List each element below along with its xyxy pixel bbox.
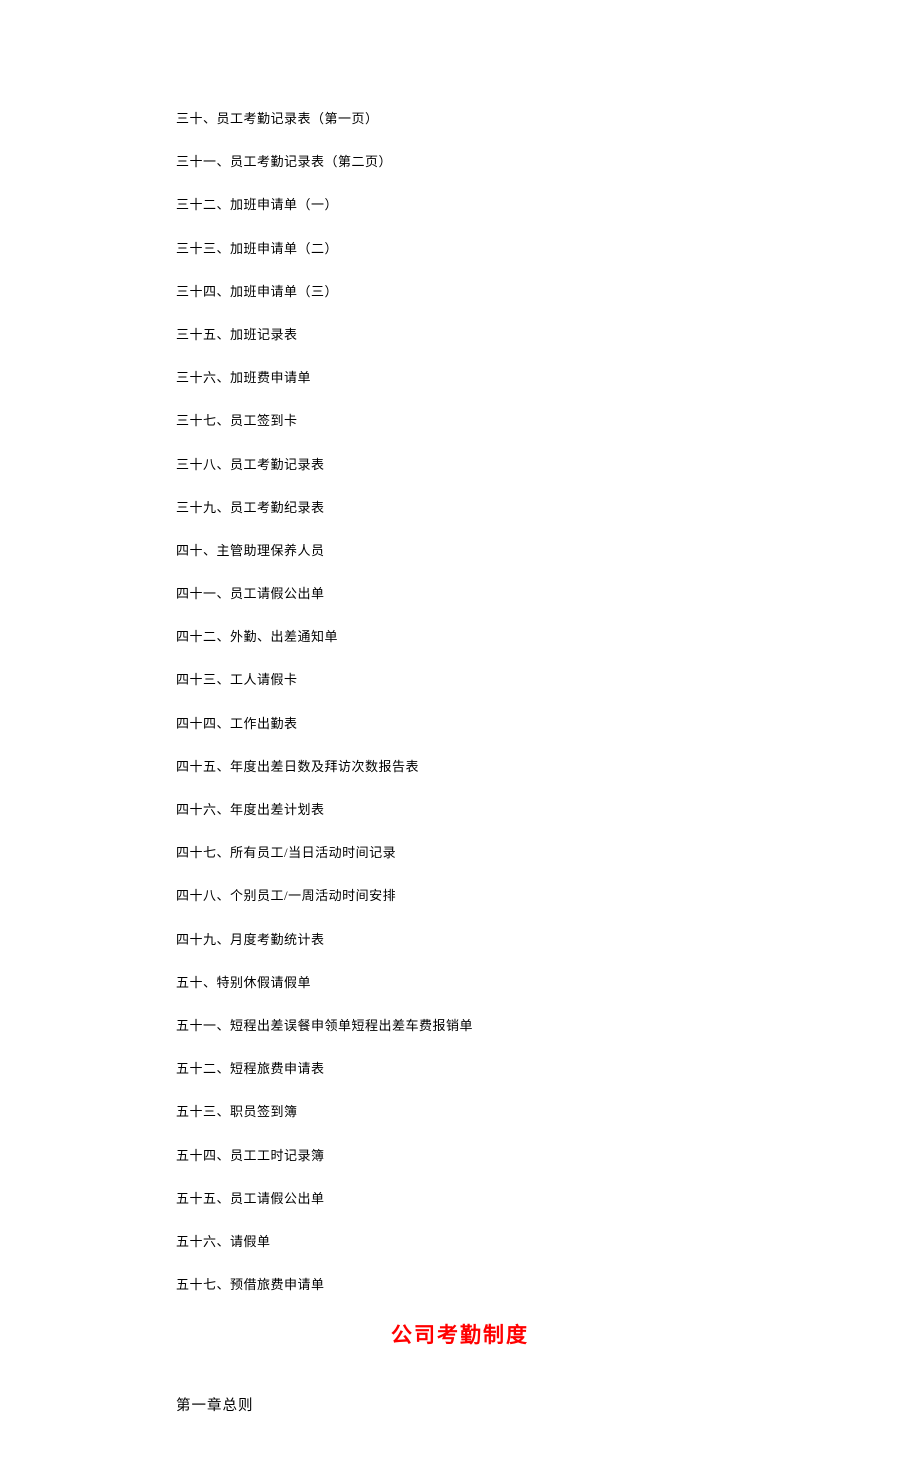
toc-item: 三十七、员工签到卡 <box>176 412 744 430</box>
toc-item: 四十五、年度出差日数及拜访次数报告表 <box>176 758 744 776</box>
toc-item: 四十二、外勤、出差通知单 <box>176 628 744 646</box>
toc-item: 四十、主管助理保养人员 <box>176 542 744 560</box>
toc-item: 四十一、员工请假公出单 <box>176 585 744 603</box>
toc-item: 三十四、加班申请单（三） <box>176 283 744 301</box>
toc-item: 三十八、员工考勤记录表 <box>176 456 744 474</box>
toc-item: 三十二、加班申请单（一） <box>176 196 744 214</box>
toc-item: 三十一、员工考勤记录表（第二页） <box>176 153 744 171</box>
toc-item: 四十八、个别员工/一周活动时间安排 <box>176 887 744 905</box>
toc-item: 四十四、工作出勤表 <box>176 715 744 733</box>
toc-item: 四十六、年度出差计划表 <box>176 801 744 819</box>
toc-item: 三十、员工考勤记录表（第一页） <box>176 110 744 128</box>
toc-item: 五十、特别休假请假单 <box>176 974 744 992</box>
toc-item: 四十九、月度考勤统计表 <box>176 931 744 949</box>
document-page: 三十、员工考勤记录表（第一页） 三十一、员工考勤记录表（第二页） 三十二、加班申… <box>0 0 920 1475</box>
toc-item: 三十六、加班费申请单 <box>176 369 744 387</box>
toc-item: 三十九、员工考勤纪录表 <box>176 499 744 517</box>
toc-item: 五十七、预借旅费申请单 <box>176 1276 744 1294</box>
toc-item: 五十五、员工请假公出单 <box>176 1190 744 1208</box>
toc-item: 四十三、工人请假卡 <box>176 671 744 689</box>
toc-item: 三十五、加班记录表 <box>176 326 744 344</box>
toc-item: 五十六、请假单 <box>176 1233 744 1251</box>
toc-item: 五十三、职员签到簿 <box>176 1103 744 1121</box>
toc-item: 三十三、加班申请单（二） <box>176 240 744 258</box>
toc-item: 五十二、短程旅费申请表 <box>176 1060 744 1078</box>
toc-item: 五十四、员工工时记录簿 <box>176 1147 744 1165</box>
chapter-heading: 第一章总则 <box>176 1394 744 1415</box>
section-title: 公司考勤制度 <box>176 1319 744 1349</box>
toc-item: 五十一、短程出差误餐申领单短程出差车费报销单 <box>176 1017 744 1035</box>
toc-item: 四十七、所有员工/当日活动时间记录 <box>176 844 744 862</box>
